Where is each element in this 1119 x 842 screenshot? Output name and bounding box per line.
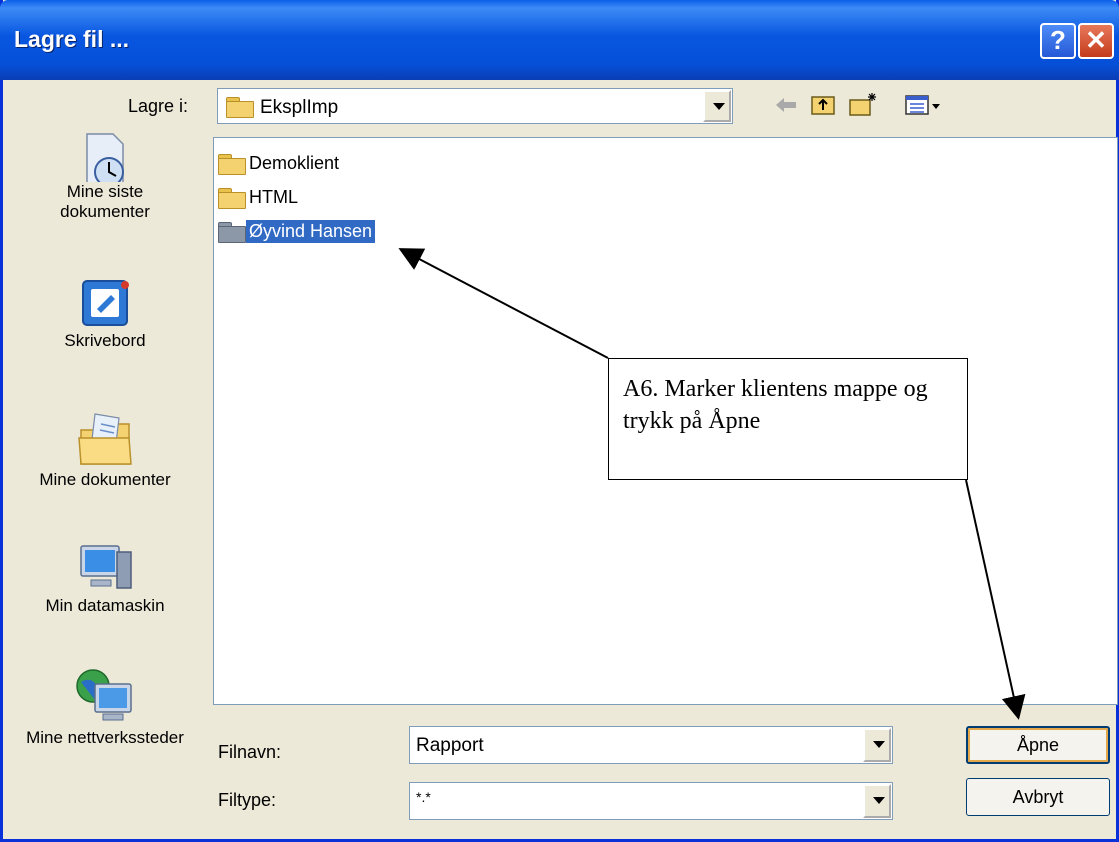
- arrow-to-folder: [398, 248, 609, 359]
- annotation-arrows: [398, 248, 1026, 720]
- arrow-to-open-button: [965, 479, 1026, 720]
